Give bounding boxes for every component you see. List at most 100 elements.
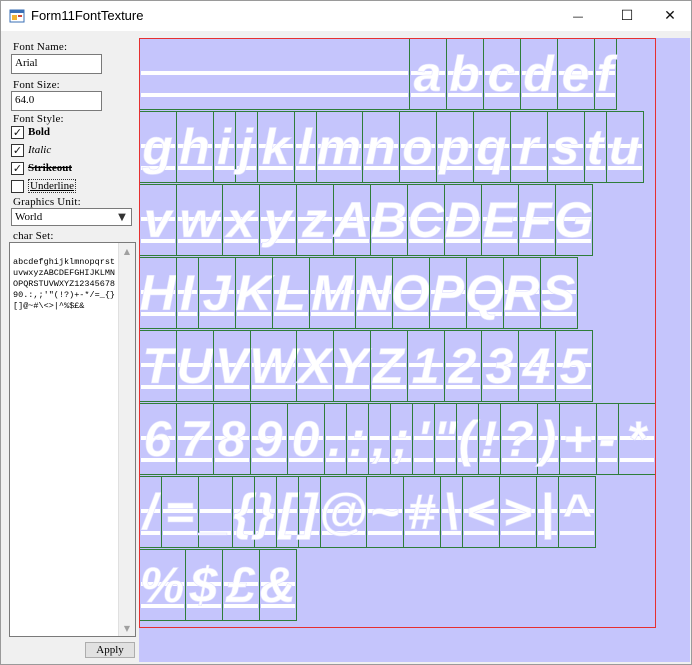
glyph-cell: k xyxy=(257,111,295,183)
glyph-char: K xyxy=(235,265,275,321)
glyph-char: x xyxy=(224,192,257,248)
glyph-cell: * xyxy=(618,403,656,475)
glyph-cell: Z xyxy=(370,330,408,402)
glyph-cell: g xyxy=(139,111,177,183)
glyph-cell: ? xyxy=(500,403,538,475)
maximize-button[interactable]: ☐ xyxy=(604,1,650,31)
bold-checkbox-row[interactable]: ✓ Bold xyxy=(11,125,50,139)
glyph-char: ^ xyxy=(562,484,592,540)
font-name-value: Arial xyxy=(15,57,38,69)
bold-checkbox[interactable]: ✓ xyxy=(11,125,24,139)
glyph-char: p xyxy=(437,119,470,175)
glyph-cell: i xyxy=(213,111,236,183)
char-set-label: char Set: xyxy=(13,230,54,242)
glyph-char: L xyxy=(275,265,306,321)
glyph-cell: a xyxy=(409,38,447,110)
glyph-cell: x xyxy=(222,184,260,256)
glyph-cell: J xyxy=(198,257,236,329)
glyph-cell: { xyxy=(232,476,257,548)
glyph-char: ] xyxy=(296,484,320,540)
glyph-char: g xyxy=(141,119,173,175)
char-set-textarea[interactable]: abcdefghijklmnopqrstuvwxyzABCDEFGHIJKLMN… xyxy=(9,242,136,637)
glyph-char: e xyxy=(562,46,590,102)
glyph-char: l xyxy=(298,119,313,175)
glyph-char: } xyxy=(251,484,274,540)
close-icon: ✕ xyxy=(664,8,676,24)
glyph-cell: ) xyxy=(534,403,560,475)
glyph-cell: W xyxy=(249,330,301,402)
glyph-cell: % xyxy=(139,549,186,621)
glyph-char: 4 xyxy=(522,338,551,394)
graphics-unit-select[interactable]: World ▼ xyxy=(11,208,132,226)
glyph-char: r xyxy=(519,119,541,175)
strikeout-label: Strikeout xyxy=(28,162,72,174)
glyph-char: # xyxy=(408,484,436,540)
italic-checkbox[interactable]: ✓ xyxy=(11,143,24,157)
glyph-cell: , xyxy=(368,403,391,475)
italic-checkbox-row[interactable]: ✓ Italic xyxy=(11,143,51,157)
glyph-char: 6 xyxy=(144,411,173,467)
glyph-cell: E xyxy=(481,184,519,256)
glyph-cell: B xyxy=(370,184,408,256)
glyph-cell: 4 xyxy=(518,330,556,402)
char-set-scrollbar[interactable]: ▲ ▼ xyxy=(118,243,135,636)
glyph-cell: " xyxy=(433,403,458,475)
checkmark-icon: ✓ xyxy=(12,161,23,175)
italic-label: Italic xyxy=(28,144,52,156)
font-texture-canvas: abcdef ghijklmnopqrstu vwxyzABCDEFG HIJKLMN… xyxy=(139,38,690,662)
glyph-cell: 7 xyxy=(176,403,214,475)
glyph-char: " xyxy=(433,411,458,467)
glyph-char: 2 xyxy=(448,338,477,394)
glyph-char: + xyxy=(563,411,592,467)
glyph-cell: 3 xyxy=(481,330,519,402)
glyph-cell: + xyxy=(559,403,597,475)
glyph-char: n xyxy=(365,119,396,175)
glyph-cell: h xyxy=(176,111,214,183)
glyph-cell: o xyxy=(399,111,437,183)
glyph-char: N xyxy=(355,265,392,321)
strikeout-checkbox[interactable]: ✓ xyxy=(11,161,24,175)
glyph-char: C xyxy=(407,192,444,248)
glyph-cell: ' xyxy=(412,403,435,475)
title-bar[interactable]: Form11FontTexture — ☐ ✕ xyxy=(1,1,691,31)
glyph-cell: # xyxy=(403,476,441,548)
glyph-char: b xyxy=(449,46,480,102)
glyph-cell: £ xyxy=(222,549,260,621)
glyph-char: Q xyxy=(465,265,504,321)
glyph-char: s xyxy=(552,119,580,175)
apply-button[interactable]: Apply xyxy=(85,642,135,658)
underline-checkbox-row[interactable]: Underline xyxy=(11,179,76,193)
glyph-char: 8 xyxy=(218,411,246,467)
char-set-value: abcdefghijklmnopqrstuvwxyzABCDEFGHIJKLMN… xyxy=(13,257,116,311)
glyph-cell: I xyxy=(176,257,199,329)
scroll-up-icon[interactable]: ▲ xyxy=(119,243,135,259)
glyph-char: @ xyxy=(319,484,368,540)
underline-checkbox[interactable] xyxy=(11,179,24,193)
glyph-char: k xyxy=(262,119,292,175)
glyph-char: I xyxy=(180,265,195,321)
glyph-char: w xyxy=(180,192,222,248)
glyph-cell: @ xyxy=(318,476,368,548)
glyph-cell: ( xyxy=(456,403,481,475)
font-size-input[interactable]: 64.0 xyxy=(11,91,102,111)
scroll-down-icon[interactable]: ▼ xyxy=(119,620,135,636)
minimize-button[interactable]: — xyxy=(555,1,601,31)
glyph-cell: : xyxy=(346,403,369,475)
glyph-cell: l xyxy=(294,111,317,183)
glyph-char: d xyxy=(523,46,555,102)
glyph-char: % xyxy=(140,557,184,613)
close-button[interactable]: ✕ xyxy=(647,1,692,31)
glyph-cell: ! xyxy=(478,403,501,475)
strikeout-checkbox-row[interactable]: ✓ Strikeout xyxy=(11,161,72,175)
glyph-cell: C xyxy=(407,184,445,256)
font-texture-window: Form11FontTexture — ☐ ✕ Font Name: Arial… xyxy=(0,0,692,665)
glyph-char: \ xyxy=(444,484,458,540)
chevron-down-icon[interactable]: ▼ xyxy=(115,209,129,225)
font-name-input[interactable]: Arial xyxy=(11,54,102,74)
glyph-char: 7 xyxy=(181,411,211,467)
glyph-cell: [ xyxy=(276,476,300,548)
glyph-cell: = xyxy=(161,476,199,548)
glyph-char: m xyxy=(317,119,361,175)
glyph-cell: s xyxy=(547,111,585,183)
glyph-cell: G xyxy=(554,184,593,256)
